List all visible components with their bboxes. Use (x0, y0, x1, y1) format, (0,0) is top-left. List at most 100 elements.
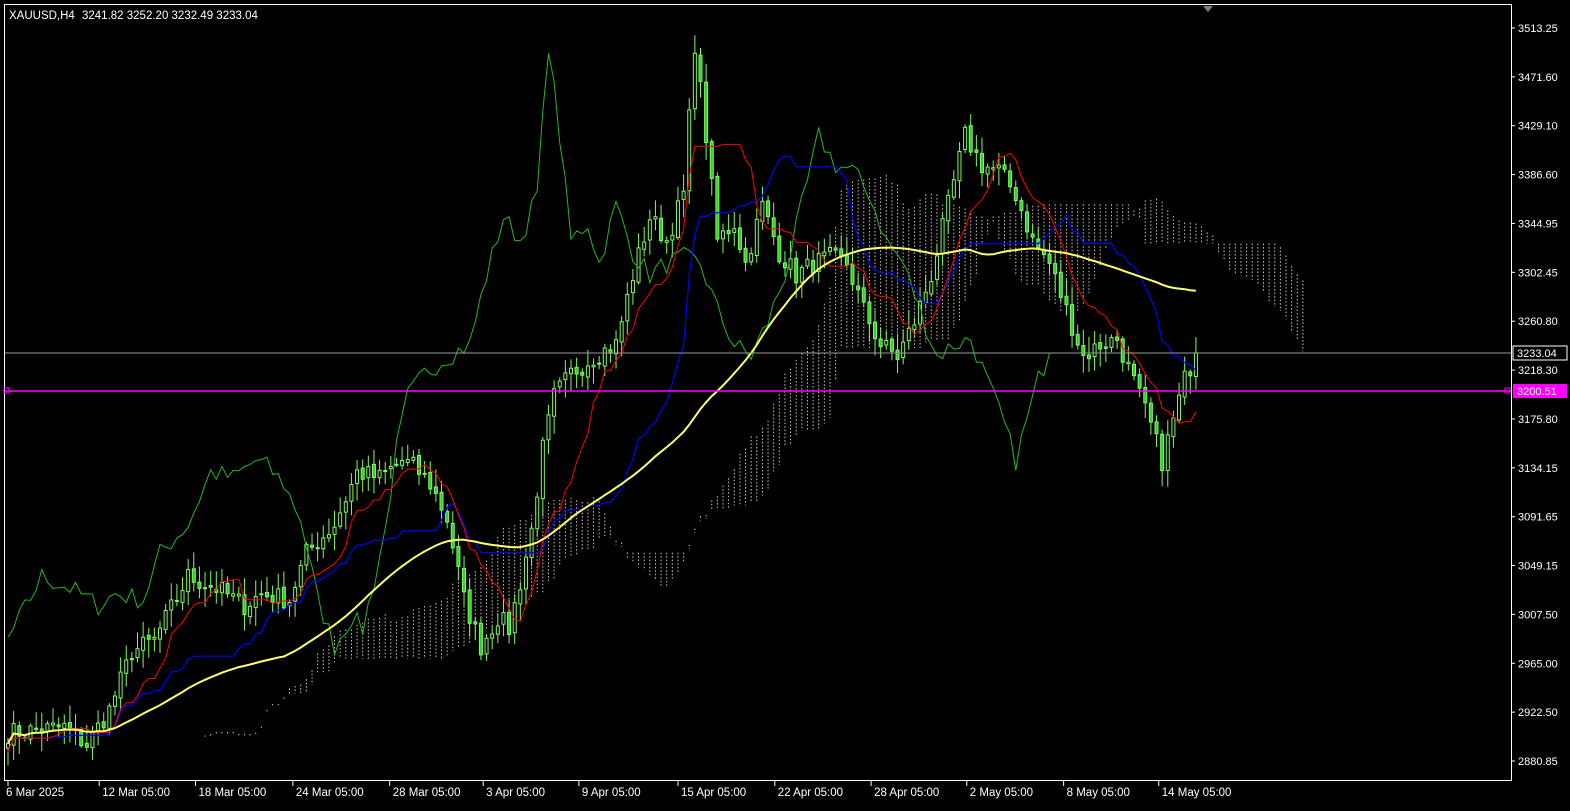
candle-body (996, 164, 1001, 169)
candle-body (1160, 433, 1165, 472)
moving-average-line (7, 246, 1196, 744)
candle-body (1013, 187, 1018, 202)
candle-body (101, 721, 106, 729)
time-axis[interactable]: 6 Mar 2025 12 Mar 05:00 18 Mar 05:00 24 Mar… (6, 781, 1231, 799)
candle-body (1002, 164, 1007, 170)
candle-body (1115, 336, 1120, 341)
candle-body (67, 722, 72, 730)
candle-body (625, 293, 630, 322)
candle-body (1132, 363, 1136, 377)
candle-body (96, 722, 101, 732)
candle-body (895, 349, 900, 360)
candle-body (574, 366, 579, 375)
candle-body (484, 637, 489, 655)
candle-body (1086, 354, 1091, 360)
candle-body (771, 217, 776, 238)
candle-body (901, 341, 906, 359)
current-price-label: 3233.04 (1517, 348, 1557, 360)
candle-body (878, 338, 883, 348)
candle-body (51, 722, 56, 726)
candle-body (873, 321, 878, 340)
candle-body (749, 253, 754, 263)
y-tick-label: 3007.50 (1518, 609, 1558, 621)
x-tick-label: 12 Mar 05:00 (102, 787, 170, 799)
x-tick-label: 2 May 05:00 (970, 787, 1033, 799)
kijun-sen-line (7, 155, 1197, 752)
candle-body (1171, 417, 1176, 438)
candle-body (1053, 263, 1058, 275)
candle-body (518, 589, 523, 605)
candle-body (315, 547, 320, 550)
candle-body (1064, 295, 1069, 306)
candle-body (1081, 345, 1086, 356)
candle-body (394, 463, 399, 466)
candle-body (411, 456, 416, 461)
candle-body (782, 262, 787, 269)
y-tick-label: 3260.80 (1518, 316, 1558, 328)
candle-body (867, 301, 872, 325)
chart-shift-marker-icon[interactable] (1203, 6, 1213, 12)
x-tick-label: 28 Apr 05:00 (874, 787, 939, 799)
candle-body (124, 659, 129, 674)
candle-body (737, 227, 742, 250)
candle-body (721, 230, 726, 240)
candle-body (692, 52, 697, 110)
candle-body (332, 526, 337, 535)
candle-body (56, 724, 61, 728)
candle-body (146, 634, 151, 640)
candle-body (884, 340, 889, 346)
candle-body (569, 367, 573, 375)
x-tick-label: 15 Apr 05:00 (681, 787, 746, 799)
candle-body (270, 594, 275, 604)
candle-body (743, 247, 748, 263)
candle-body (439, 491, 444, 511)
chart-window[interactable]: XAUUSD,H4 3241.82 3252.20 3232.49 3233.0… (0, 0, 1570, 806)
candle-body (501, 612, 506, 625)
horizontal-line-price-label: 3200.51 (1517, 386, 1557, 398)
candle-body (490, 633, 495, 639)
candle-body (84, 742, 89, 748)
candle-body (597, 362, 602, 365)
candle-body (1182, 370, 1187, 398)
x-tick-label: 3 Apr 05:00 (486, 787, 545, 799)
candle-body (630, 280, 635, 294)
candle-body (219, 581, 224, 594)
candle-body (422, 472, 427, 475)
candle-body (850, 263, 855, 285)
candle-body (754, 218, 759, 256)
candle-body (715, 175, 720, 240)
candle-body (349, 484, 354, 502)
candle-body (659, 217, 664, 242)
y-tick-label: 3429.10 (1518, 121, 1558, 133)
candle-body (709, 141, 714, 179)
x-tick-label: 6 Mar 2025 (6, 787, 64, 799)
candle-body (507, 611, 512, 636)
candle-body (366, 466, 371, 479)
candle-body (355, 469, 360, 485)
candle-body (371, 463, 376, 478)
candle-body (416, 454, 421, 475)
y-tick-label: 3134.15 (1518, 463, 1558, 475)
candle-body (1193, 352, 1198, 378)
candle-body (968, 125, 973, 153)
chart-canvas[interactable]: XAUUSD,H4 3241.82 3252.20 3232.49 3233.0… (0, 0, 1570, 806)
candle-body (208, 584, 213, 588)
candle-body (197, 581, 202, 589)
candle-body (1109, 337, 1114, 348)
candle-body (1154, 421, 1159, 435)
candle-body (1120, 338, 1125, 363)
candle-body (321, 537, 326, 550)
candle-body (1030, 233, 1035, 238)
candle-body (602, 347, 607, 367)
candle-body (614, 339, 619, 355)
candle-body (979, 152, 984, 174)
indicator-lines (7, 53, 1197, 752)
candle-body (118, 671, 123, 699)
candle-body (478, 622, 483, 656)
candle-body (991, 167, 996, 170)
candle-body (1019, 200, 1024, 212)
candle-body (338, 512, 343, 527)
candle-body (974, 149, 979, 153)
candle-body (1165, 434, 1170, 472)
candle-body (405, 459, 410, 463)
